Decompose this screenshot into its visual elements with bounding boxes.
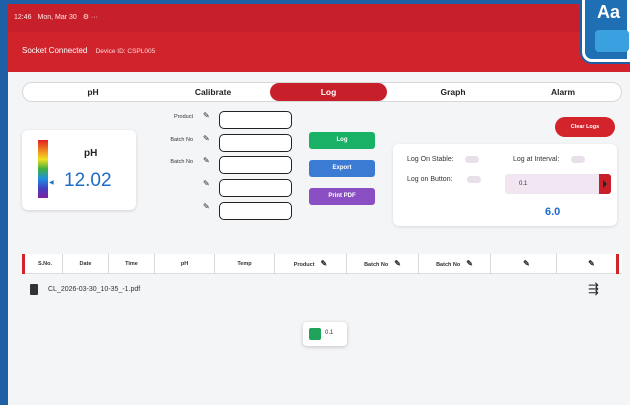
pencil-icon[interactable]: ✎ [203, 179, 210, 188]
status-bar: 12:46 Mon, Mar 30 ⚙ ··· [8, 4, 630, 32]
tab-alarm[interactable]: Alarm [523, 83, 603, 101]
field-label-batch-no-2: Batch No [170, 159, 193, 165]
product-input[interactable] [219, 111, 292, 129]
pencil-icon[interactable]: ✎ [203, 134, 210, 143]
log-settings-card: Log On Stable: Log on Button: Log at Int… [393, 144, 617, 226]
ph-label: pH [84, 148, 98, 159]
field-label-product: Product [174, 114, 193, 120]
document-icon [30, 284, 38, 295]
tab-calibrate[interactable]: Calibrate [173, 83, 253, 101]
share-icon[interactable]: ⇶ [588, 281, 599, 297]
status-extra-icons: ⚙ ··· [82, 14, 98, 21]
tab-graph[interactable]: Graph [413, 83, 493, 101]
toast-message: 0.1 [303, 322, 347, 346]
log-on-button-label: Log on Button: [407, 176, 453, 183]
font-size-badge[interactable]: Aa [582, 0, 630, 62]
log-on-button-toggle[interactable] [467, 176, 481, 183]
col-time: Time [108, 254, 154, 274]
log-on-stable-label: Log On Stable: [407, 156, 454, 163]
pdf-file-row[interactable]: CL_2026-03-30_10-35_-1.pdf ⇶ [22, 279, 622, 301]
col-product[interactable]: Product ✎ [274, 254, 346, 274]
log-on-stable-toggle[interactable] [465, 156, 479, 163]
pencil-icon[interactable]: ✎ [203, 156, 210, 165]
device-frame: 12:46 Mon, Mar 30 ⚙ ··· Socket Connected… [0, 0, 630, 405]
log-button[interactable]: Log [309, 132, 375, 149]
pencil-icon[interactable]: ✎ [466, 259, 473, 268]
log-table-header: S.No. Date Time pH Temp Product ✎ Batch N… [22, 254, 622, 274]
interval-value: 6.0 [545, 206, 561, 218]
tab-bar: pH Calibrate Log Graph Alarm [22, 82, 622, 102]
col-batch-no-1-label: Batch No [364, 262, 389, 268]
device-id: Device ID: CSPL005 [95, 48, 156, 55]
batch-no-2-input[interactable] [219, 156, 292, 174]
status-time: 12:46 [14, 14, 32, 21]
col-ph: pH [154, 254, 214, 274]
custom-field-2-input[interactable] [219, 202, 292, 220]
col-custom-2[interactable]: ✎ [556, 254, 620, 274]
field-label-batch-no-1: Batch No [170, 137, 193, 143]
col-batch-no-2[interactable]: Batch No ✎ [418, 254, 490, 274]
status-date: Mon, Mar 30 [37, 14, 77, 21]
clear-logs-button[interactable]: Clear Logs [555, 117, 615, 137]
app-screen: 12:46 Mon, Mar 30 ⚙ ··· Socket Connected… [8, 4, 630, 405]
toast-text: 0.1 [325, 330, 334, 336]
badge-inner-panel [595, 30, 629, 52]
log-at-interval-toggle[interactable] [571, 156, 585, 163]
tab-log[interactable]: Log [270, 83, 387, 101]
tab-ph[interactable]: pH [63, 83, 123, 101]
table-left-accent [22, 254, 25, 274]
connection-status: Socket Connected [22, 46, 88, 55]
col-product-label: Product [293, 262, 315, 268]
custom-field-1-input[interactable] [219, 179, 292, 197]
ph-color-scale [38, 140, 48, 198]
table-right-accent [616, 254, 619, 274]
col-temp: Temp [214, 254, 274, 274]
print-pdf-button[interactable]: Print PDF [309, 188, 375, 205]
pencil-icon[interactable]: ✎ [203, 202, 210, 211]
col-custom-1[interactable]: ✎ [490, 254, 556, 274]
ph-value: 12.02 [64, 170, 112, 191]
frame-left-border [0, 0, 8, 405]
interval-input-value: 0.1 [519, 181, 528, 187]
pencil-icon[interactable]: ✎ [203, 111, 210, 120]
col-sno: S.No. [37, 261, 53, 267]
interval-play-icon[interactable] [599, 174, 611, 194]
col-batch-no-2-label: Batch No [436, 262, 461, 268]
interval-input[interactable]: 0.1 [505, 174, 609, 194]
font-size-badge-label: Aa [597, 2, 621, 22]
batch-no-1-input[interactable] [219, 134, 292, 152]
ph-reading-card: ◀ pH 12.02 [22, 130, 136, 210]
export-button[interactable]: Export [309, 160, 375, 177]
app-header: Socket Connected Device ID: CSPL005 [8, 32, 630, 72]
pencil-icon[interactable]: ✎ [394, 259, 401, 268]
pdf-file-name: CL_2026-03-30_10-35_-1.pdf [48, 286, 141, 293]
col-date: Date [62, 254, 108, 274]
pencil-icon[interactable]: ✎ [321, 259, 328, 268]
pencil-icon[interactable]: ✎ [523, 259, 530, 268]
log-at-interval-label: Log at Interval: [513, 156, 560, 163]
col-batch-no-1[interactable]: Batch No ✎ [346, 254, 418, 274]
app-icon [309, 328, 321, 340]
pencil-icon[interactable]: ✎ [588, 259, 595, 268]
ph-scale-marker-icon: ◀ [49, 180, 54, 186]
